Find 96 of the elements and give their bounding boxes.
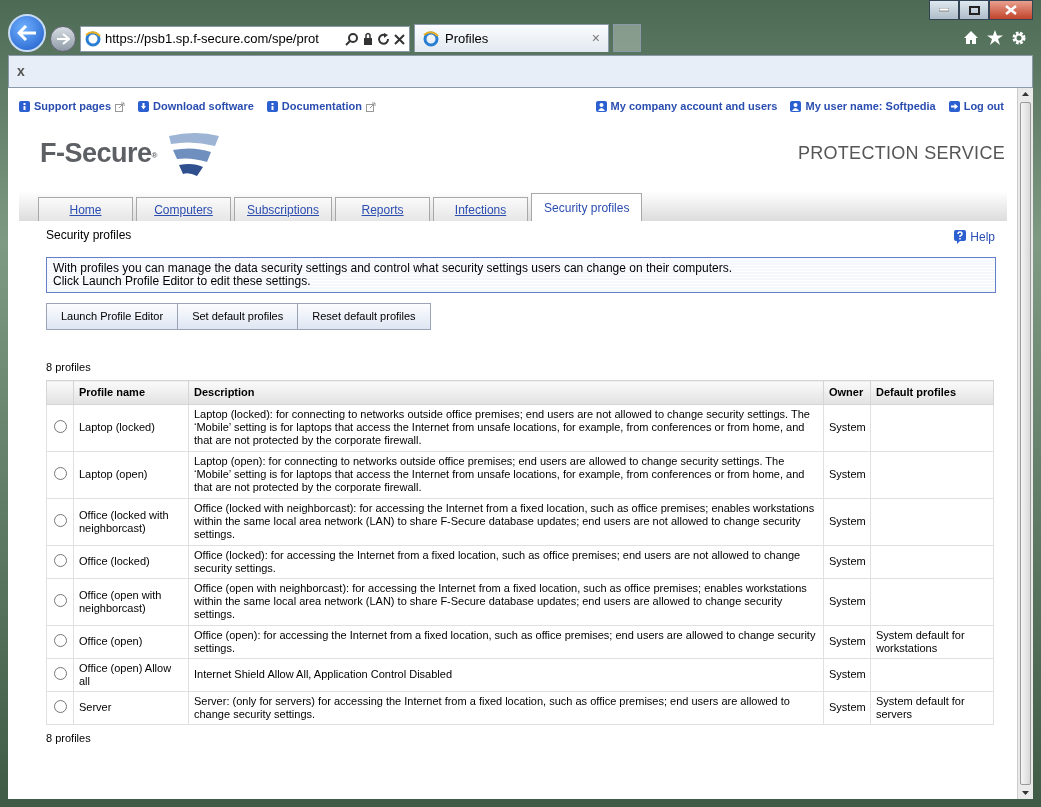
profile-name-cell: Office (open) Allow all: [73, 658, 189, 691]
service-title: PROTECTION SERVICE: [797, 142, 1005, 165]
radio-button[interactable]: [53, 553, 67, 567]
radio-button[interactable]: [53, 593, 67, 607]
help-link[interactable]: Help: [954, 226, 995, 247]
help-icon: [954, 229, 967, 244]
column-header: Default profiles: [870, 380, 994, 404]
download-icon: [138, 101, 149, 112]
refresh-icon[interactable]: [377, 32, 390, 46]
owner-cell: System: [823, 545, 871, 578]
profile-name-cell: Office (locked): [73, 545, 189, 578]
back-button[interactable]: [8, 14, 46, 52]
profile-name-cell: Laptop (locked): [73, 404, 189, 451]
user-icon: [595, 101, 607, 112]
owner-cell: System: [823, 578, 871, 625]
owner-cell: System: [823, 498, 871, 545]
default-profile-cell: System default for servers: [870, 691, 994, 724]
top-link[interactable]: Documentation: [266, 97, 376, 116]
forward-arrow-icon: [56, 33, 70, 45]
info-icon: [19, 101, 30, 112]
owner-cell: System: [823, 625, 871, 658]
description-cell: Laptop (open): for connecting to networks outside office premises; end users are allowed to change security settings. The ‘Mobile’ setting is for laptops that access the Internet from unsafe locations, for example, from conferences or from home, and that are not protected by the corporate firewall.: [188, 451, 824, 498]
tab-close-button[interactable]: ×: [591, 28, 600, 49]
radio-button[interactable]: [53, 666, 67, 680]
action-button[interactable]: Set default profiles: [177, 303, 299, 330]
nav-tab[interactable]: Security profiles: [531, 193, 643, 221]
profile-count: 8 profiles: [45, 359, 92, 375]
external-link-icon: [115, 101, 125, 112]
nav-tab[interactable]: Subscriptions: [234, 197, 333, 221]
top-link[interactable]: Download software: [138, 97, 254, 116]
radio-button[interactable]: [53, 699, 67, 713]
nav-tab[interactable]: Reports: [335, 197, 431, 221]
default-profile-cell: System default for workstations: [870, 625, 994, 658]
scrollbar[interactable]: [1017, 88, 1033, 799]
owner-cell: System: [823, 691, 871, 724]
info-text: With profiles you can manage the data security settings and control what security settings users can change on their computers.: [53, 262, 734, 275]
minimize-button[interactable]: [929, 0, 959, 20]
close-button[interactable]: [989, 0, 1033, 20]
column-header: Owner: [823, 380, 871, 404]
address-bar[interactable]: https://psb1.sp.f-secure.com/spe/prot: [80, 26, 410, 52]
stop-icon[interactable]: [394, 33, 405, 45]
profile-name-cell: Office (open with neighborcast): [73, 578, 189, 625]
info-text: Click Launch Profile Editor to edit these settings.: [53, 275, 311, 288]
external-link-icon: [365, 101, 376, 112]
maximize-icon: [968, 5, 980, 15]
description-cell: Internet Shield Allow All, Application Control Disabled: [188, 658, 824, 691]
minimize-icon: [939, 8, 949, 12]
browser-logo-icon: [85, 31, 101, 47]
logout-icon: [948, 101, 960, 112]
profile-name-cell: Office (locked with neighborcast): [73, 498, 189, 545]
back-arrow-icon: [17, 25, 37, 41]
company-logo-text: F-Secure$^{®}$: [40, 137, 157, 171]
description-cell: Office (open with neighborcast): for accessing the Internet from a fixed location, such as office premises; enables workstations within the same local area network (LAN) to share F-Secure database updates; end users are allowed to change security settings.: [188, 578, 824, 625]
action-button[interactable]: Launch Profile Editor: [46, 303, 179, 330]
forward-button[interactable]: [50, 26, 76, 52]
description-cell: Office (locked): for accessing the Internet from a fixed location, such as office premises; end users are not allowed to change security settings.: [188, 545, 824, 578]
close-icon: [1005, 5, 1017, 15]
action-button[interactable]: Reset default profiles: [297, 303, 431, 330]
profile-name-cell: Laptop (open): [73, 451, 189, 498]
description-cell: Laptop (locked): for connecting to networks outside office premises; end users are not allowed to change security settings. The ‘Mobile’ setting is for laptops that access the Internet from unsafe locations, for example, from conferences or from home, and that are not protected by the corporate firewall.: [188, 404, 824, 451]
top-link[interactable]: Support pages: [19, 97, 125, 116]
nav-tab[interactable]: Infections: [433, 197, 529, 221]
owner-cell: System: [823, 404, 871, 451]
browser-logo-icon: [423, 30, 439, 47]
address-text: https://psb1.sp.f-secure.com/spe/prot: [105, 30, 319, 49]
column-header: Description: [188, 380, 824, 404]
settings-icon[interactable]: [1011, 30, 1027, 46]
page-title: Security profiles: [46, 227, 132, 244]
owner-cell: System: [823, 451, 871, 498]
description-cell: Office (open): for accessing the Internet from a fixed location, such as office premises; end users are allowed to change security settings.: [188, 625, 824, 658]
star-icon[interactable]: [987, 30, 1003, 45]
radio-button[interactable]: [53, 419, 67, 433]
maximize-button[interactable]: [959, 0, 989, 20]
column-header: Profile name: [73, 380, 189, 404]
top-link[interactable]: Log out: [948, 97, 1004, 116]
search-icon[interactable]: [345, 32, 359, 46]
description-cell: Office (locked with neighborcast): for accessing the Internet from a fixed location, such as office premises; enables workstations within the same local area network (LAN) to share F-Secure database updates; end users are not allowed to change security settings.: [188, 498, 824, 545]
notification-close-button[interactable]: x: [17, 61, 25, 82]
profile-name-cell: Server: [73, 691, 189, 724]
top-link[interactable]: My company account and users: [595, 97, 778, 116]
description-cell: Server: (only for servers) for accessing the Internet from a fixed location, such as office premises; end users are allowed to change security settings.: [188, 691, 824, 724]
profile-count: 8 profiles: [45, 730, 92, 746]
lock-icon[interactable]: [363, 32, 373, 46]
nav-tab[interactable]: Home: [38, 197, 133, 221]
nav-tab[interactable]: Computers: [136, 197, 231, 221]
home-icon[interactable]: [963, 30, 979, 45]
profile-name-cell: Office (open): [73, 625, 189, 658]
browser-tab[interactable]: Profiles ×: [414, 24, 609, 52]
radio-button[interactable]: [53, 633, 67, 647]
owner-cell: System: [823, 658, 871, 691]
user-icon: [790, 101, 802, 112]
radio-button[interactable]: [53, 466, 67, 480]
top-link[interactable]: My user name: Softpedia: [790, 97, 936, 116]
scrollbar-thumb[interactable]: [1020, 102, 1031, 785]
radio-button[interactable]: [53, 513, 67, 527]
info-icon: [266, 101, 278, 112]
